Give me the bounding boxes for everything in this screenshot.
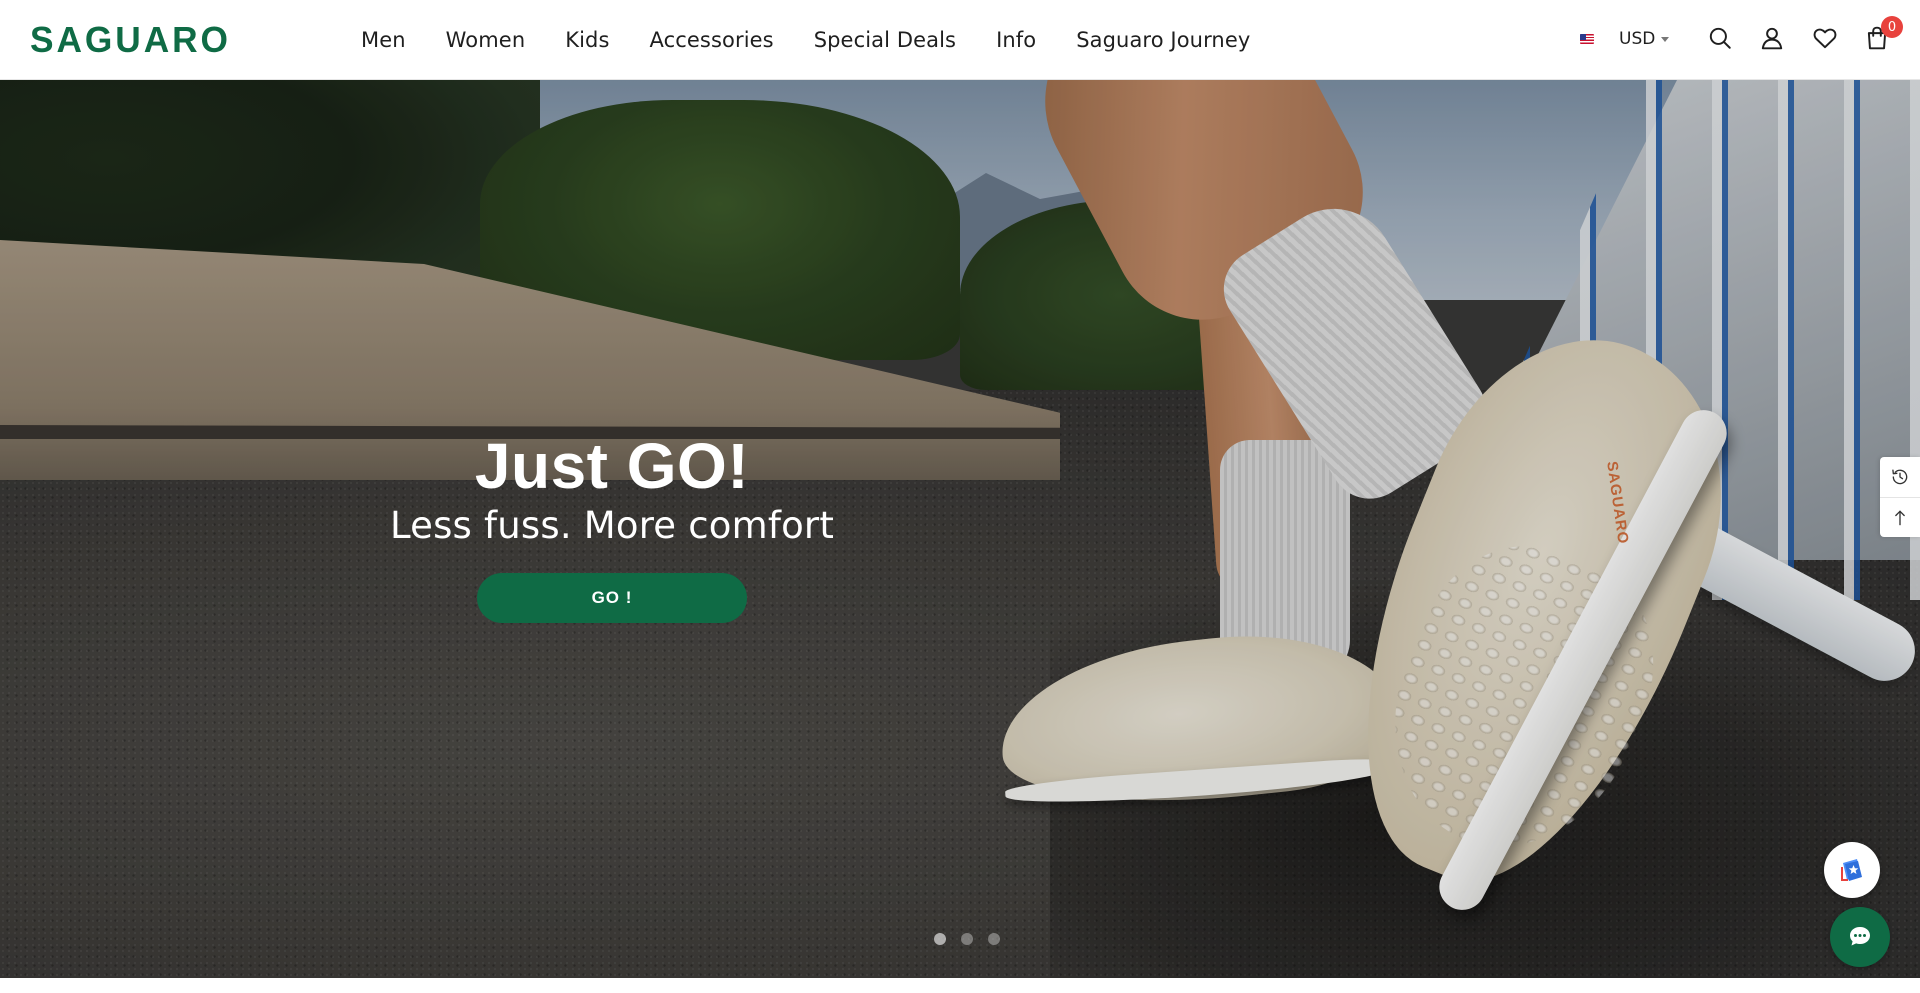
slide-dot-3[interactable] bbox=[988, 933, 1000, 945]
hero-subtitle: Less fuss. More comfort bbox=[389, 504, 835, 547]
nav-item-women[interactable]: Women bbox=[446, 28, 526, 52]
main-nav: Men Women Kids Accessories Special Deals… bbox=[361, 0, 1250, 80]
slide-dot-2[interactable] bbox=[961, 933, 973, 945]
hero-title: Just GO! bbox=[474, 430, 750, 502]
cart-count-badge: 0 bbox=[1881, 16, 1903, 38]
back-to-top-icon[interactable] bbox=[1880, 497, 1920, 537]
hero-content: Just GO! Less fuss. More comfort GO ! bbox=[380, 430, 844, 623]
page-bottom-edge bbox=[0, 978, 1920, 993]
account-icon[interactable] bbox=[1756, 22, 1788, 54]
nav-item-saguaro-journey[interactable]: Saguaro Journey bbox=[1076, 28, 1250, 52]
us-flag-icon bbox=[1580, 34, 1594, 44]
recently-viewed-icon[interactable] bbox=[1880, 457, 1920, 497]
search-icon[interactable] bbox=[1704, 22, 1736, 54]
cart-icon[interactable]: 0 bbox=[1861, 16, 1903, 54]
currency-selector[interactable]: USD bbox=[1580, 28, 1670, 50]
hero-cta-button[interactable]: GO ! bbox=[477, 573, 747, 623]
site-header: SAGUARO Men Women Kids Accessories Speci… bbox=[0, 0, 1920, 80]
nav-item-info[interactable]: Info bbox=[996, 28, 1036, 52]
hero-banner: SAGUARO Just GO! Less fuss. More comfort… bbox=[0, 80, 1920, 978]
nav-item-men[interactable]: Men bbox=[361, 28, 406, 52]
reviews-widget-icon[interactable] bbox=[1824, 842, 1880, 898]
hero-overlay bbox=[0, 80, 1920, 978]
nav-item-kids[interactable]: Kids bbox=[565, 28, 609, 52]
chat-icon[interactable] bbox=[1830, 907, 1890, 967]
brand-logo[interactable]: SAGUARO bbox=[30, 22, 228, 58]
logo-text: SAGUARO bbox=[30, 19, 231, 60]
nav-item-special-deals[interactable]: Special Deals bbox=[814, 28, 956, 52]
chevron-down-icon bbox=[1661, 36, 1670, 42]
side-toolbar bbox=[1880, 457, 1920, 537]
nav-item-accessories[interactable]: Accessories bbox=[650, 28, 774, 52]
wishlist-icon[interactable] bbox=[1809, 22, 1841, 54]
slider-pagination bbox=[934, 933, 1015, 945]
currency-label: USD bbox=[1619, 29, 1656, 49]
slide-dot-1[interactable] bbox=[934, 933, 946, 945]
